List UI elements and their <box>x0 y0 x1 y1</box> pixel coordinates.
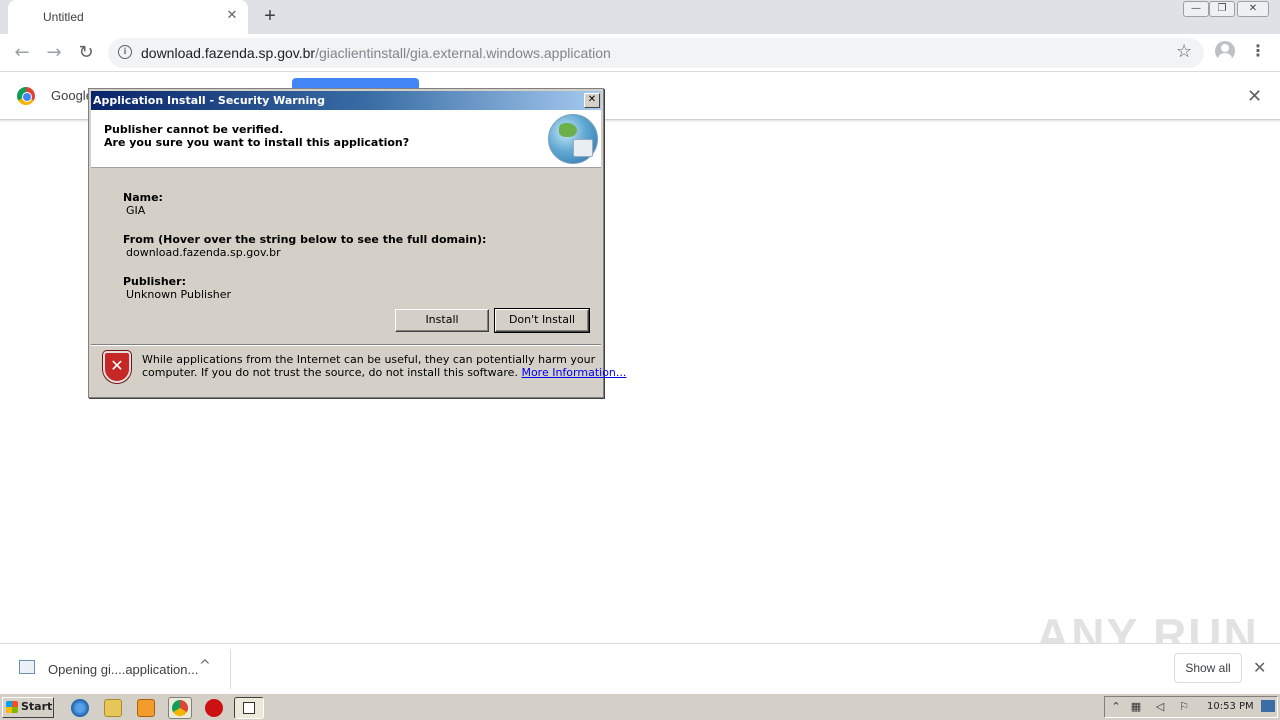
start-button[interactable]: Start <box>2 697 54 718</box>
taskbar: Start ⌃ ▦ ◁ ⚐ 10:53 PM <box>0 693 1280 720</box>
warning-text-line1: While applications from the Internet can… <box>142 353 596 366</box>
tray-expand-icon[interactable]: ⌃ <box>1109 700 1123 714</box>
install-button[interactable]: Install <box>395 309 489 332</box>
download-separator <box>230 649 231 689</box>
dialog-header: Publisher cannot be verified. Are you su… <box>91 110 601 168</box>
tab-strip: Untitled ✕ + — ❐ ✕ <box>0 0 1280 34</box>
tab-close-icon[interactable]: ✕ <box>224 8 240 24</box>
from-value[interactable]: download.fazenda.sp.gov.br <box>126 246 281 259</box>
system-tray: ⌃ ▦ ◁ ⚐ 10:53 PM <box>1104 696 1278 718</box>
media-player-icon[interactable] <box>137 699 155 717</box>
chrome-logo-icon <box>17 87 35 105</box>
installer-taskbar-button[interactable] <box>234 697 264 719</box>
back-button[interactable]: ← <box>9 40 35 66</box>
reload-button[interactable]: ↻ <box>73 40 99 66</box>
url-host: download.fazenda.sp.gov.br <box>141 45 316 61</box>
flag-icon[interactable]: ⚐ <box>1177 700 1191 714</box>
dialog-title: Application Install - Security Warning <box>93 94 325 107</box>
address-bar[interactable]: i download.fazenda.sp.gov.br/giaclientin… <box>108 38 1204 68</box>
infobar-close-icon[interactable]: ✕ <box>1247 86 1262 107</box>
publisher-label: Publisher: <box>123 275 186 288</box>
tab-title: Untitled <box>43 10 84 24</box>
application-file-icon <box>19 660 35 674</box>
security-warning-dialog: Application Install - Security Warning ✕… <box>88 88 626 398</box>
volume-icon[interactable]: ◁ <box>1153 700 1167 714</box>
start-label: Start <box>21 700 53 713</box>
profile-avatar-icon[interactable] <box>1215 41 1235 61</box>
clock[interactable]: 10:53 PM <box>1207 701 1254 712</box>
show-desktop-icon[interactable] <box>1261 700 1275 712</box>
name-value: GIA <box>126 204 146 217</box>
show-all-button[interactable]: Show all <box>1174 653 1242 683</box>
url-path: /giaclientinstall/gia.external.windows.a… <box>315 45 611 61</box>
bookmark-star-icon[interactable]: ☆ <box>1176 41 1192 62</box>
from-label: From (Hover over the string below to see… <box>123 233 487 246</box>
download-item-name[interactable]: Opening gi....application... <box>48 662 198 677</box>
download-shelf: Opening gi....application... ^ Show all … <box>0 643 1280 693</box>
folder-explorer-icon[interactable] <box>104 699 122 717</box>
download-chevron-up-icon[interactable]: ^ <box>199 658 211 674</box>
globe-install-icon <box>548 114 598 164</box>
infobar-text: Google <box>51 88 93 103</box>
window-minimize-button[interactable]: — <box>1183 1 1209 17</box>
name-label: Name: <box>123 191 163 204</box>
dont-install-button[interactable]: Don't Install <box>494 308 590 333</box>
chrome-icon <box>172 700 188 716</box>
security-shield-icon: ✕ <box>103 351 131 383</box>
internet-explorer-icon[interactable] <box>71 699 89 717</box>
header-warning-question: Are you sure you want to install this ap… <box>104 136 410 149</box>
opera-icon[interactable] <box>205 699 223 717</box>
dialog-close-button[interactable]: ✕ <box>584 93 600 108</box>
url-text[interactable]: download.fazenda.sp.gov.br/giaclientinst… <box>141 45 611 61</box>
dialog-separator <box>91 344 601 346</box>
browser-menu-icon[interactable]: ⋮ <box>1250 40 1266 62</box>
warning-text-line2-body: computer. If you do not trust the source… <box>142 366 518 379</box>
dialog-titlebar[interactable]: Application Install - Security Warning ✕ <box>91 91 601 110</box>
forward-button[interactable]: → <box>41 40 67 66</box>
chrome-taskbar-button[interactable] <box>168 697 192 719</box>
windows-logo-icon <box>6 701 18 713</box>
more-information-link[interactable]: More Information... <box>521 366 626 379</box>
browser-toolbar: ← → ↻ i download.fazenda.sp.gov.br/giacl… <box>0 34 1280 72</box>
window-restore-button[interactable]: ❐ <box>1209 1 1235 17</box>
publisher-value: Unknown Publisher <box>126 288 232 301</box>
new-tab-button[interactable]: + <box>258 6 282 28</box>
header-warning-title: Publisher cannot be verified. <box>104 123 284 136</box>
network-icon[interactable]: ▦ <box>1129 700 1143 714</box>
tab-untitled[interactable]: Untitled ✕ <box>8 0 248 34</box>
warning-text-line2: computer. If you do not trust the source… <box>142 366 626 379</box>
download-shelf-close-icon[interactable]: ✕ <box>1253 658 1266 677</box>
info-icon[interactable]: i <box>118 45 132 59</box>
installer-window-icon <box>243 702 255 714</box>
window-close-button[interactable]: ✕ <box>1237 1 1269 17</box>
